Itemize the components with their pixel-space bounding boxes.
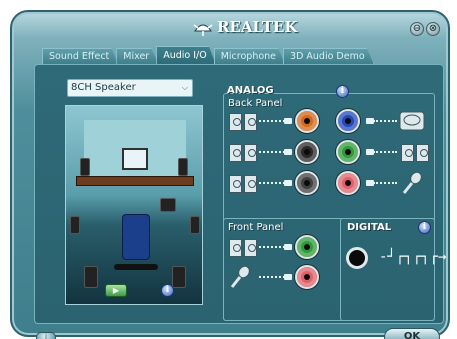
tab-mixer[interactable]: Mixer	[116, 48, 158, 64]
subwoofer	[160, 198, 176, 212]
realtek-crab-icon	[193, 24, 213, 36]
close-button[interactable]: ⊗	[426, 22, 440, 36]
speakers-icon	[229, 113, 257, 131]
cable-line	[259, 120, 285, 122]
speaker-side-left	[70, 216, 80, 234]
speaker-rear-left	[84, 266, 98, 288]
speakers-icon	[401, 144, 429, 162]
analog-title: ANALOG	[227, 85, 274, 96]
cable-line	[259, 151, 285, 153]
digital-info-icon[interactable]: i	[418, 221, 431, 234]
jack-back-gray[interactable]	[295, 171, 319, 195]
tab-microphone[interactable]: Microphone	[214, 48, 285, 64]
front-panel-label: Front Panel	[228, 222, 284, 233]
digital-panel-frame	[340, 218, 435, 321]
speakers-icon	[229, 175, 257, 193]
speaker-side-right	[190, 216, 200, 234]
monitor-image	[122, 148, 148, 170]
chevron-down-icon: ⌵	[181, 83, 188, 92]
jack-back-pink[interactable]	[336, 171, 360, 195]
speaker-front-left	[80, 158, 90, 176]
room-info-icon[interactable]: i	[161, 284, 174, 297]
microphone-icon	[402, 171, 422, 194]
digital-title: DIGITAL	[347, 222, 392, 233]
analog-info-icon[interactable]: i	[336, 85, 349, 98]
office-chair	[122, 214, 150, 260]
tab-bar: Sound Effect Mixer Audio I/O Microphone …	[42, 44, 422, 64]
tab-sound-effect[interactable]: Sound Effect	[42, 48, 118, 64]
title-bar: REALTEK ⊖ ⊗	[12, 12, 448, 38]
info-status-icon[interactable]: i	[36, 332, 56, 339]
desk-image	[76, 176, 194, 186]
cable-line	[259, 182, 285, 184]
speakers-icon	[229, 239, 257, 257]
jack-back-blue[interactable]	[336, 109, 360, 133]
speakers-icon	[229, 144, 257, 162]
back-panel-label: Back Panel	[228, 98, 283, 109]
speaker-front-right	[178, 158, 188, 176]
chair-base	[114, 264, 158, 270]
digital-signal-icon: -┘┌┐┌┐┌→	[379, 249, 447, 265]
realtek-logo: REALTEK	[192, 16, 298, 38]
tab-3d-audio-demo[interactable]: 3D Audio Demo	[283, 48, 374, 64]
jack-front-green[interactable]	[295, 235, 319, 259]
jack-front-pink[interactable]	[295, 265, 319, 289]
jack-back-black[interactable]	[295, 140, 319, 164]
plug-icon	[284, 149, 292, 155]
audio-io-panel: 8CH Speaker ⌵ ▶ i ANALOG i Back Panel Fr…	[34, 64, 447, 324]
jack-back-green[interactable]	[336, 140, 360, 164]
jack-back-orange[interactable]	[295, 109, 319, 133]
plug-icon	[284, 274, 292, 280]
microphone-icon	[230, 265, 250, 288]
cable-line	[373, 151, 397, 153]
plug-icon	[284, 244, 292, 250]
speaker-config-select[interactable]: 8CH Speaker ⌵	[67, 79, 193, 97]
cable-line	[373, 182, 397, 184]
tab-audio-io[interactable]: Audio I/O	[156, 46, 216, 64]
realtek-window: REALTEK ⊖ ⊗ Sound Effect Mixer Audio I/O…	[10, 10, 450, 339]
room-preview	[65, 105, 203, 305]
line-in-device-icon	[399, 111, 425, 131]
speaker-rear-right	[172, 266, 186, 288]
digital-output-jack[interactable]	[346, 247, 368, 269]
play-test-button[interactable]: ▶	[105, 284, 127, 297]
brand-name: REALTEK	[217, 18, 298, 36]
cable-line	[259, 276, 285, 278]
cable-line	[373, 120, 397, 122]
minimize-button[interactable]: ⊖	[410, 22, 424, 36]
plug-icon	[284, 180, 292, 186]
plug-icon	[284, 118, 292, 124]
ok-button[interactable]: OK	[384, 328, 440, 339]
speaker-config-value: 8CH Speaker	[71, 82, 136, 93]
cable-line	[259, 246, 285, 248]
